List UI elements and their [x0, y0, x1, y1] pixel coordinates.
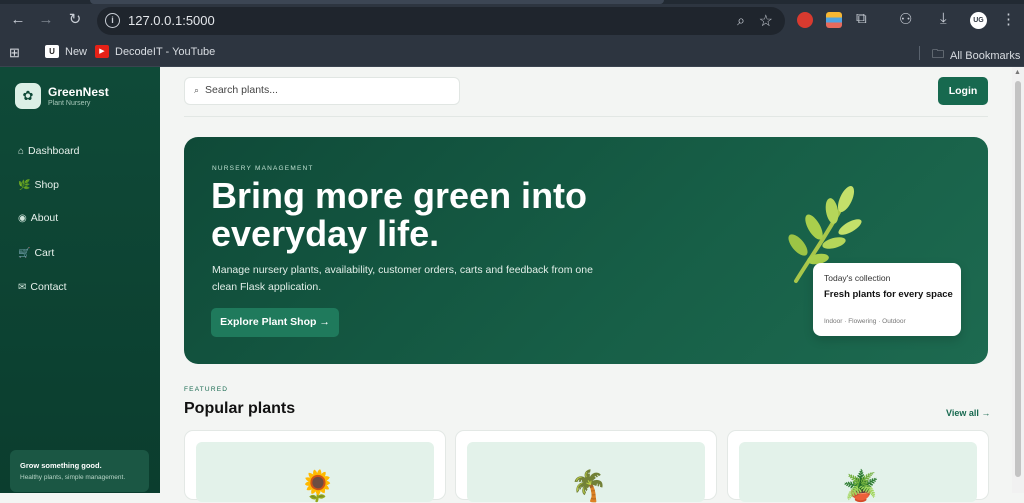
- sidebar-item-label: Contact: [30, 281, 67, 293]
- info-circle-icon: ◉: [18, 212, 27, 224]
- header-divider: [184, 116, 988, 117]
- site-info-icon[interactable]: i: [105, 13, 120, 28]
- address-bar[interactable]: i 127.0.0.1:5000 ⌕ ☆: [97, 7, 785, 35]
- sidebar-item-label: Dashboard: [28, 145, 80, 157]
- plant-card[interactable]: 🌴: [455, 430, 717, 502]
- hero-eyebrow: NURSERY MANAGEMENT: [212, 165, 314, 172]
- page-scrollbar[interactable]: ▲: [1012, 67, 1024, 493]
- brand-subtitle: Plant Nursery: [48, 100, 91, 107]
- browser-toolbar: ← → ↻ i 127.0.0.1:5000 ⌕ ☆ ⧉ ⚇ ⤓ UG ⋮: [0, 0, 1024, 40]
- search-box[interactable]: ⌕: [184, 77, 460, 105]
- extension-red-icon[interactable]: [797, 12, 813, 28]
- bookmark-star-icon[interactable]: ☆: [759, 11, 773, 31]
- search-input[interactable]: [205, 84, 445, 96]
- bookmark-new[interactable]: U New: [45, 45, 87, 58]
- profile-avatar[interactable]: UG: [970, 12, 987, 29]
- search-icon: ⌕: [194, 85, 200, 95]
- plant-image: 🌴: [467, 442, 705, 502]
- active-tab[interactable]: [90, 0, 664, 4]
- explore-shop-button[interactable]: Explore Plant Shop →: [211, 308, 339, 337]
- extensions-puzzle-icon[interactable]: ⧉: [856, 10, 867, 27]
- scrollbar-thumb[interactable]: [1015, 81, 1021, 477]
- plant-image: 🪴: [739, 442, 977, 502]
- section-title: Popular plants: [184, 400, 296, 417]
- tab-strip: [0, 0, 1024, 4]
- menu-kebab-icon[interactable]: ⋮: [1001, 10, 1016, 28]
- view-all-link[interactable]: View all →: [946, 408, 990, 418]
- sidebar-item-cart[interactable]: 🛒 Cart: [18, 247, 54, 259]
- bookmark-new-icon: U: [45, 45, 59, 58]
- brand-logo-icon[interactable]: ✿: [15, 83, 41, 109]
- sidebar-item-label: Shop: [34, 179, 59, 191]
- apps-grid-icon[interactable]: ⊞: [9, 45, 20, 61]
- back-icon[interactable]: ←: [8, 10, 28, 30]
- folder-icon: 🗀: [932, 47, 945, 61]
- sidebar-item-dashboard[interactable]: ⌂ Dashboard: [18, 145, 79, 157]
- all-bookmarks-label: All Bookmarks: [950, 49, 1021, 62]
- cart-icon: 🛒: [18, 247, 31, 259]
- collection-title: Fresh plants for every space: [824, 289, 953, 300]
- main-content: ⌕ Login NURSERY MANAGEMENT Bring more gr…: [160, 67, 1012, 502]
- sidebar: ✿ GreenNest Plant Nursery ⌂ Dashboard 🌿 …: [0, 67, 160, 493]
- sidebar-item-contact[interactable]: ✉ Contact: [18, 281, 67, 293]
- extension-colors-icon[interactable]: [826, 12, 842, 28]
- sidebar-promo-card: Grow something good. Healthy plants, sim…: [10, 450, 149, 492]
- hero-title: Bring more green into everyday life.: [211, 175, 588, 254]
- url-text[interactable]: 127.0.0.1:5000: [128, 13, 215, 28]
- all-bookmarks[interactable]: 🗀 All Bookmarks: [932, 45, 1020, 66]
- palm-tree-icon: 🌴: [570, 470, 608, 503]
- plant-image: 🌻: [196, 442, 434, 502]
- sunflower-icon: 🌻: [299, 470, 337, 503]
- bookmark-new-label: New: [65, 45, 88, 58]
- collection-label: Today's collection: [824, 273, 891, 283]
- home-icon: ⌂: [18, 145, 25, 157]
- featured-eyebrow: FEATURED: [184, 386, 229, 393]
- hero-description: Manage nursery plants, availability, cus…: [212, 264, 593, 293]
- sidebar-item-label: Cart: [34, 247, 55, 259]
- sidebar-item-label: About: [30, 212, 59, 224]
- plant-card[interactable]: 🌻: [184, 430, 446, 502]
- mail-icon: ✉: [18, 281, 27, 293]
- sidebar-item-shop[interactable]: 🌿 Shop: [18, 179, 59, 191]
- bookmarks-bar: ⊞ U New ▶ DecodeIT - YouTube 🗀 All Bookm…: [0, 40, 1024, 67]
- download-icon[interactable]: ⤓: [940, 10, 947, 27]
- incognito-icon[interactable]: ⚇: [899, 10, 912, 28]
- bookmarks-divider: [919, 46, 920, 60]
- sidebar-item-about[interactable]: ◉ About: [18, 212, 58, 224]
- promo-subtitle: Healthy plants, simple management.: [20, 474, 126, 481]
- forward-icon[interactable]: →: [36, 10, 56, 30]
- potted-plant-icon: 🪴: [842, 470, 880, 503]
- collection-tags: Indoor · Flowering · Outdoor: [824, 318, 906, 325]
- reload-icon[interactable]: ↻: [65, 10, 85, 30]
- brand-name[interactable]: GreenNest: [48, 85, 109, 99]
- scroll-up-icon[interactable]: ▲: [1014, 69, 1021, 76]
- hero-banner: NURSERY MANAGEMENT Bring more green into…: [184, 137, 988, 364]
- plant-card[interactable]: 🪴: [727, 430, 989, 502]
- login-button[interactable]: Login: [938, 77, 988, 105]
- collection-card: Today's collection Fresh plants for ever…: [813, 263, 961, 336]
- bookmark-youtube-label: DecodeIT - YouTube: [115, 45, 216, 58]
- promo-title: Grow something good.: [20, 461, 102, 470]
- leaf-icon: 🌿: [18, 179, 31, 191]
- zoom-icon[interactable]: ⌕: [737, 12, 745, 29]
- youtube-icon: ▶: [95, 45, 109, 58]
- bookmark-youtube[interactable]: ▶ DecodeIT - YouTube: [95, 45, 215, 58]
